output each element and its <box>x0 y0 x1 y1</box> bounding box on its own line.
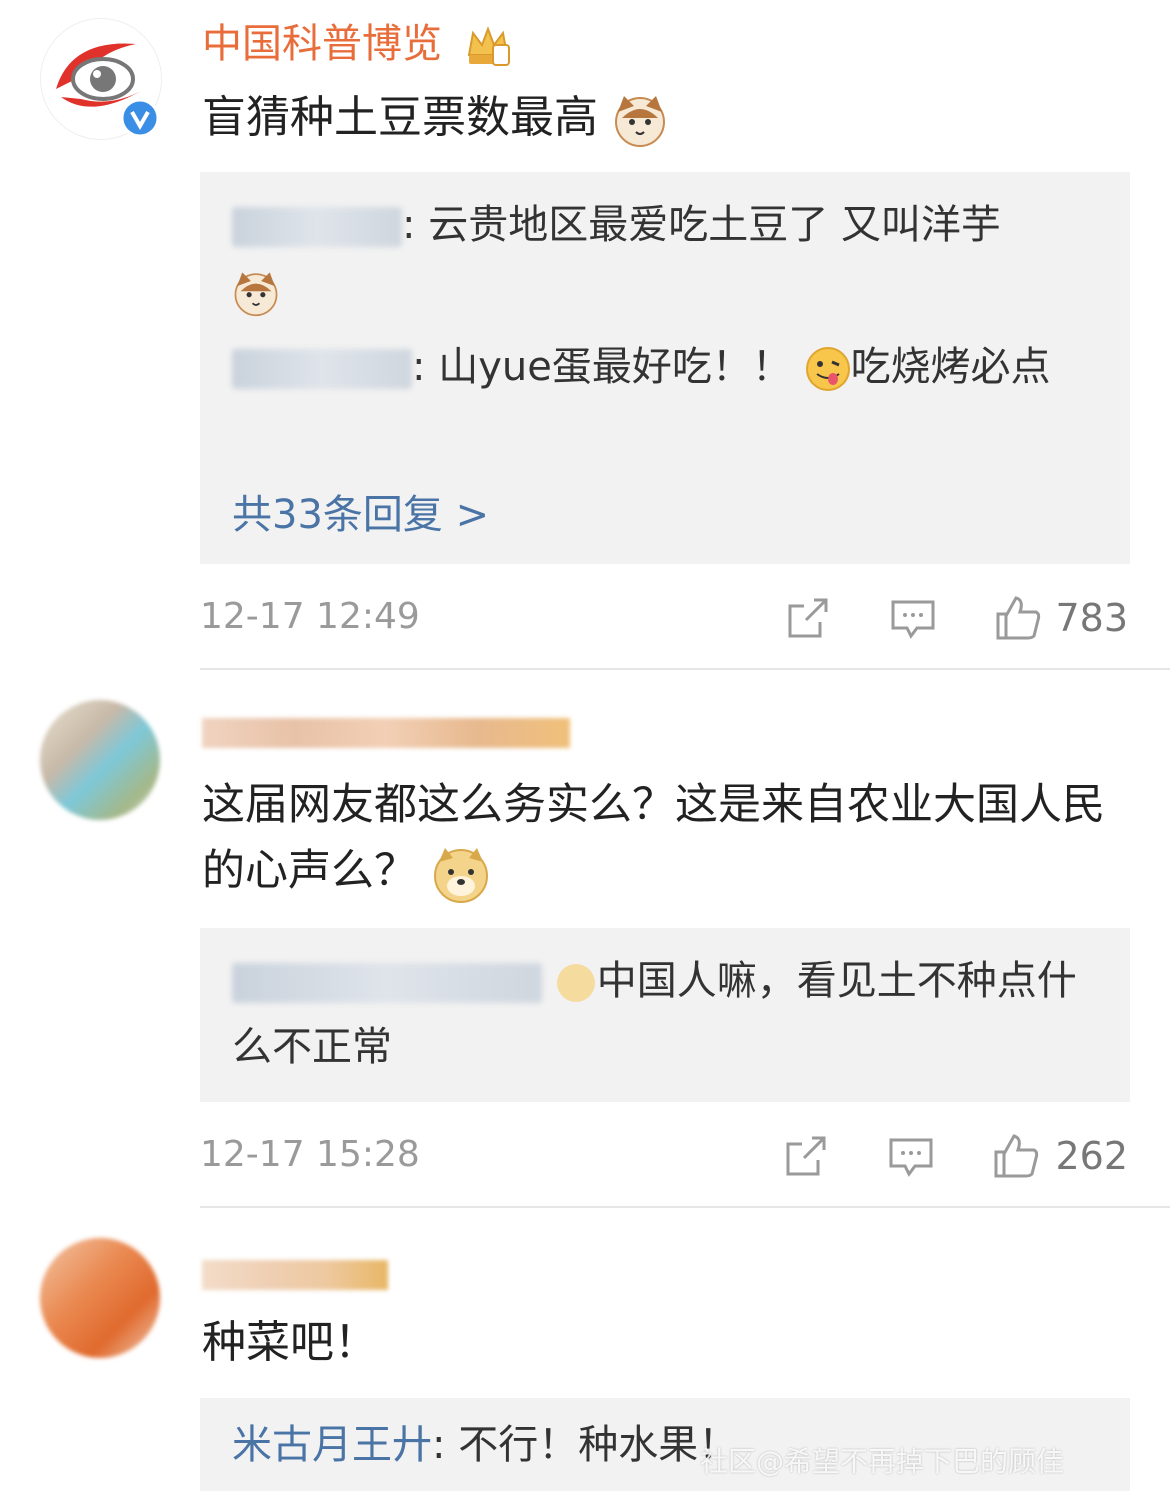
blurred-emoji-icon <box>556 964 595 1002</box>
reply-text-continued: 吃烧烤必点 <box>850 344 1051 390</box>
comment-text: 盲猜种土豆票数最高 <box>202 85 1122 151</box>
reply-user-blurred[interactable] <box>232 963 542 1003</box>
like-count: 783 <box>1055 596 1128 640</box>
watermark: 社区@希望不再掉下巴的顾佳 <box>700 1445 1065 1478</box>
like-count: 262 <box>1055 1134 1128 1178</box>
avatar-blurred[interactable] <box>40 700 160 820</box>
comment-text: 种菜吧！ <box>202 1310 1122 1376</box>
like-icon[interactable] <box>992 1132 1040 1180</box>
reply-user-blurred[interactable] <box>232 349 412 389</box>
cat-emoji-icon <box>234 272 278 317</box>
verified-icon <box>120 98 160 138</box>
tongue-emoji-icon <box>805 347 850 391</box>
comment-meta: 12-17 12:49 783 <box>0 588 1170 648</box>
timestamp: 12-17 15:28 <box>200 1134 420 1175</box>
comment-text-label: 盲猜种土豆票数最高 <box>202 92 598 143</box>
reply-item[interactable]: : 云贵地区最爱吃土豆了 又叫洋芋 <box>232 192 1098 324</box>
reply-colon: : <box>412 344 439 390</box>
comment-meta: 12-17 15:28 262 <box>0 1126 1170 1186</box>
reply-box: 中国人嘛，看见土不种点什么不正常 <box>200 928 1130 1102</box>
share-icon[interactable] <box>782 1132 830 1180</box>
avatar-blurred[interactable] <box>40 1238 160 1358</box>
comment-icon[interactable] <box>889 594 937 642</box>
reply-text: 山yue蛋最好吃！！ <box>438 344 792 390</box>
reply-colon: : <box>432 1422 459 1468</box>
like-icon[interactable] <box>994 594 1042 642</box>
reply-text: 不行！种水果！ <box>458 1422 739 1468</box>
reply-user-blurred[interactable] <box>232 207 402 247</box>
reply-colon: : <box>402 202 429 248</box>
comment-text-label: 种菜吧！ <box>202 1317 378 1368</box>
comment-icon[interactable] <box>887 1132 935 1180</box>
reply-box: : 云贵地区最爱吃土豆了 又叫洋芋 : 山yue蛋最好吃！！ 吃烧烤必点 共33… <box>200 172 1130 564</box>
more-replies-link[interactable]: 共33条回复 > <box>232 482 489 540</box>
user-name[interactable]: 中国科普博览 <box>202 20 511 68</box>
user-name-blurred[interactable] <box>202 718 570 748</box>
user-name-blurred[interactable] <box>202 1260 388 1290</box>
reply-text: 云贵地区最爱吃土豆了 又叫洋芋 <box>428 202 1001 248</box>
reply-item[interactable]: 中国人嘛，看见土不种点什么不正常 <box>232 948 1098 1080</box>
divider <box>200 1206 1170 1208</box>
timestamp: 12-17 12:49 <box>200 596 420 637</box>
reply-user[interactable]: 米古月王廾 <box>232 1422 432 1468</box>
divider <box>200 668 1170 670</box>
crown-icon <box>467 26 510 66</box>
share-icon[interactable] <box>784 594 832 642</box>
user-name-label[interactable]: 中国科普博览 <box>202 21 442 67</box>
comment-text-label: 这届网友都这么务实么？这是来自农业大国人民的心声么？ <box>202 780 1105 896</box>
cat-emoji-icon <box>615 96 665 147</box>
doge-emoji-icon <box>433 847 488 903</box>
comment-text: 这届网友都这么务实么？这是来自农业大国人民的心声么？ <box>202 772 1122 904</box>
reply-item[interactable]: : 山yue蛋最好吃！！ 吃烧烤必点 <box>232 334 1098 400</box>
